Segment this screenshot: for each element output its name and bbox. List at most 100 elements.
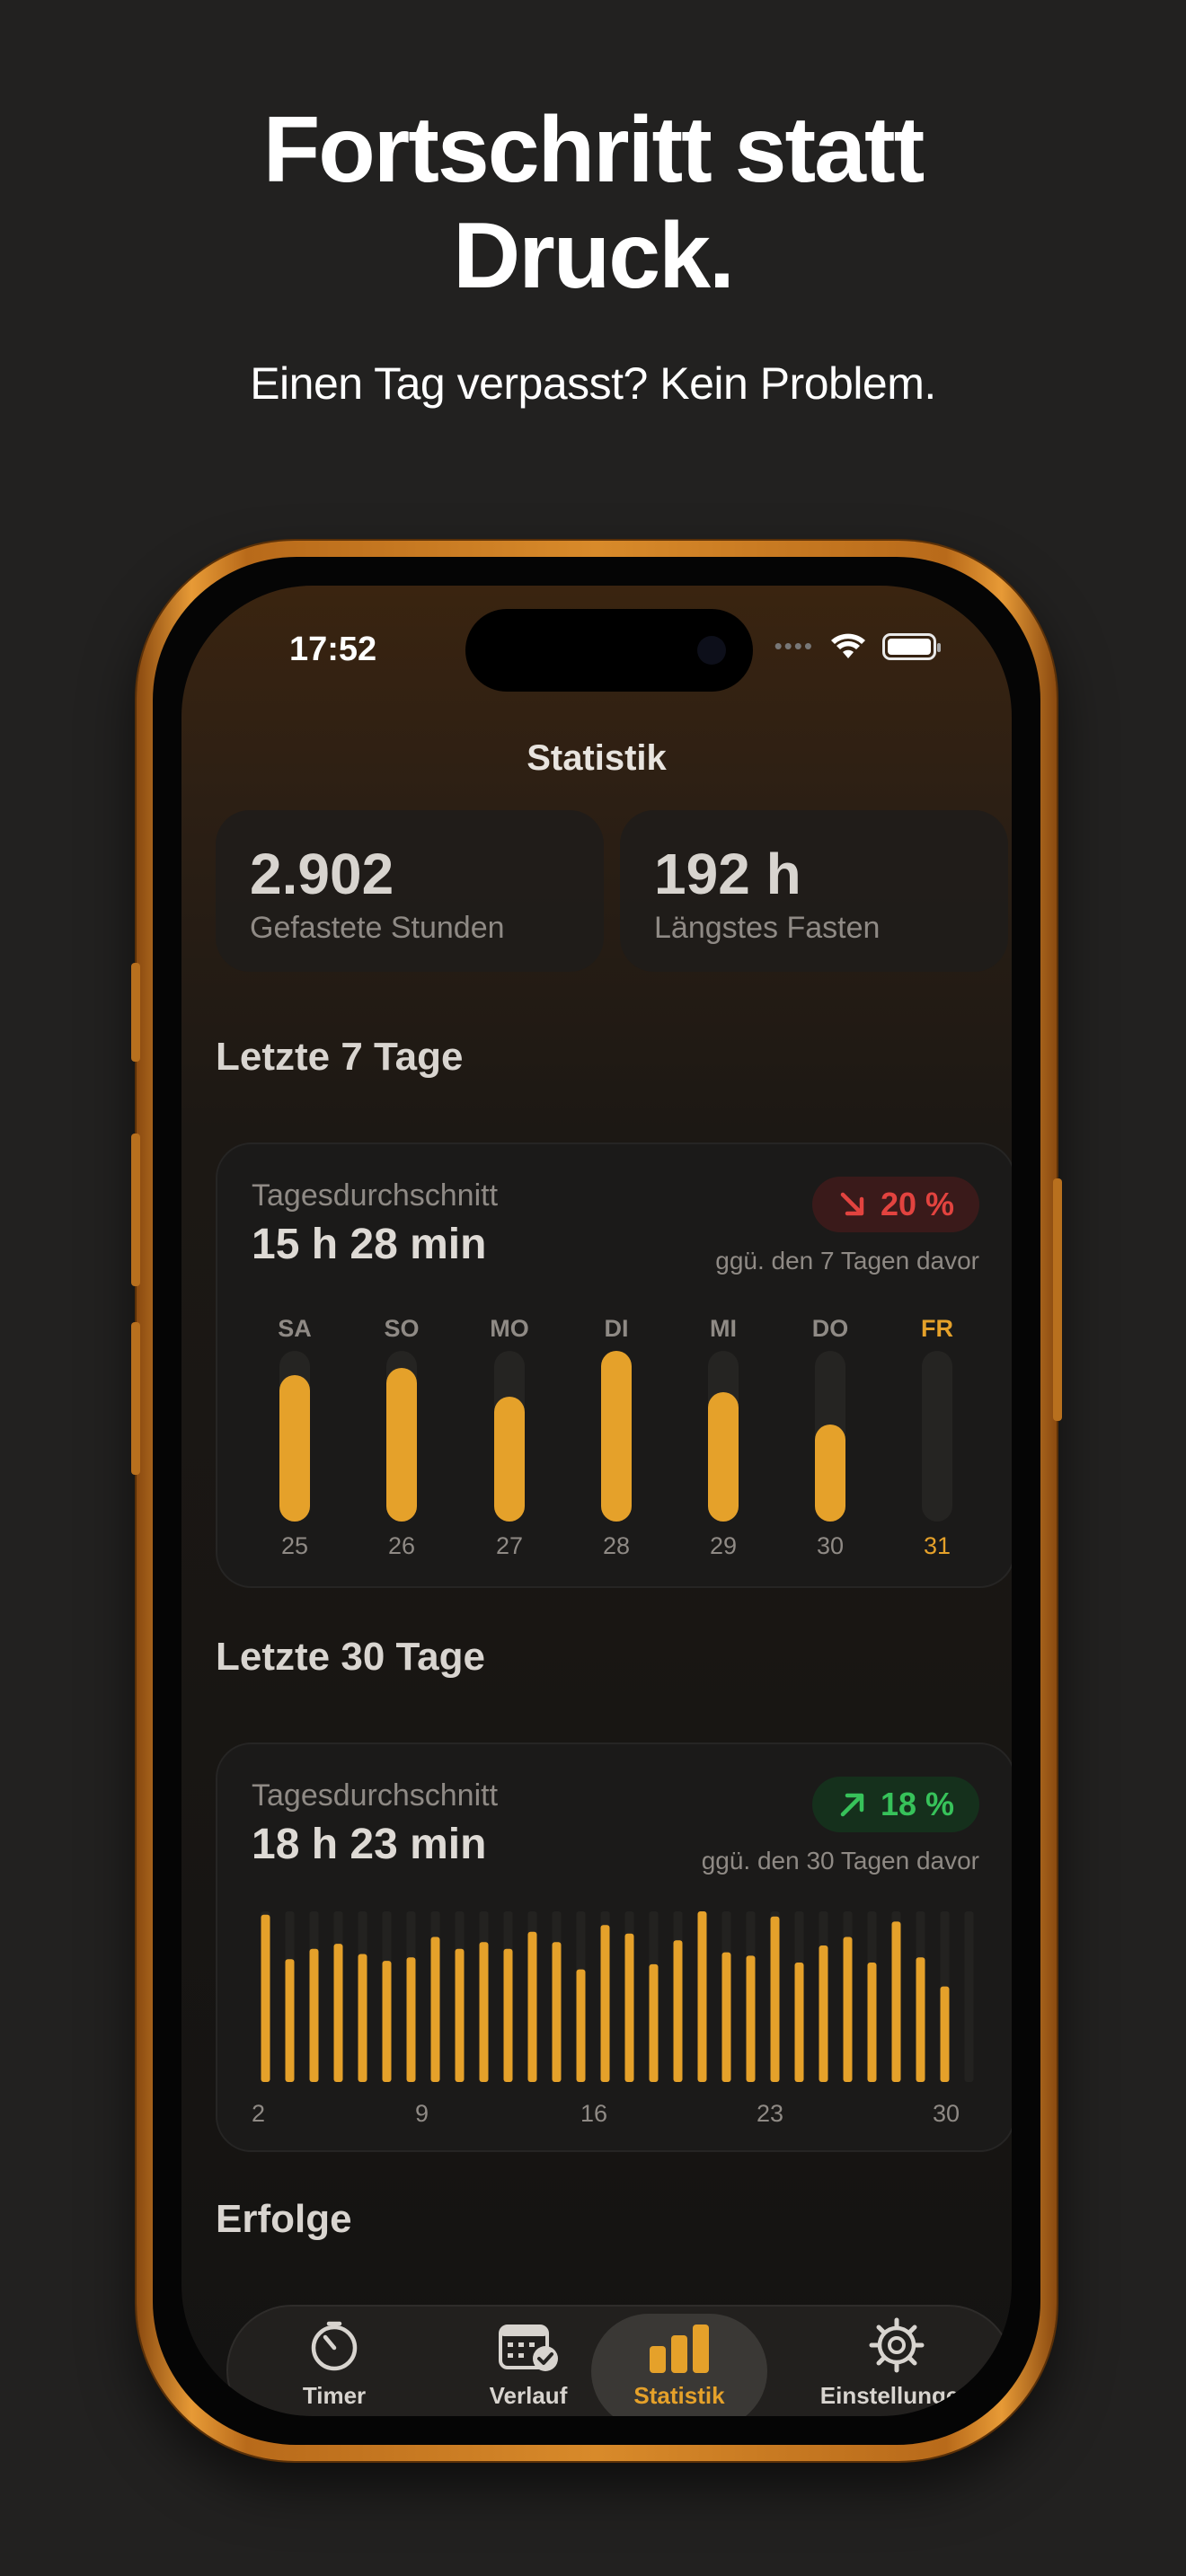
bar [746,1955,756,2082]
stat-card-longest-fast: 192 h Längstes Fasten [620,810,1008,972]
bar-chart-icon [650,2325,709,2373]
bezel: 17:52 •••• Statistik 2.902 Gefastete Stu… [153,557,1040,2445]
day-date: 28 [602,1532,631,1559]
bar [455,1948,465,2082]
bar [406,1957,416,2082]
day-name: MO [490,1315,529,1342]
bar [479,1942,489,2082]
volume-up-button [131,1134,140,1286]
chart-label: Tagesdurchschnitt [252,1178,499,1213]
day-name: DO [811,1315,849,1342]
bar-track [708,1351,739,1522]
tab-bar: Timer Verlauf Statistik Einstellungen [226,2305,1012,2416]
axis-label: 16 [580,2100,608,2127]
day-column-sa: SA 25 [268,1315,322,1560]
arrow-up-right-icon [840,1793,864,1817]
bar [430,1936,440,2082]
chart-average-value: 18 h 23 min [252,1821,487,1868]
chart-card-last-7-days[interactable]: Tagesdurchschnitt 15 h 28 min 20 % ggü. … [216,1142,1012,1588]
bar [279,1374,310,1522]
tab-label: Timer [302,2382,367,2409]
tab-statistik[interactable]: Statistik [591,2314,767,2416]
camera-icon [697,636,726,665]
tab-verlauf[interactable]: Verlauf [440,2314,616,2416]
day-column-mo: MO 27 [482,1315,536,1560]
dynamic-island [465,609,753,692]
trend-text: 20 % [880,1186,954,1222]
chart-compare-text: ggü. den 30 Tagen davor [701,1847,979,1875]
battery-icon [882,632,941,660]
bar-track [386,1351,417,1522]
section-title-achievements: Erfolge [216,2197,352,2241]
bar [601,1351,632,1522]
bar [916,1957,925,2082]
stat-value: 192 h [654,842,801,906]
bar [843,1936,853,2082]
chart-average-value: 15 h 28 min [252,1221,487,1268]
bar [600,1925,610,2082]
bar [867,1963,877,2082]
trend-text: 18 % [880,1786,954,1822]
trend-badge-down: 20 % [811,1177,979,1232]
calendar-check-icon [499,2325,558,2371]
section-title-last-7-days: Letzte 7 Tage [216,1035,464,1079]
bar [673,1940,683,2082]
bar [494,1397,525,1522]
timer-icon [311,2321,358,2371]
bar [333,1944,343,2082]
wifi-icon [831,633,865,658]
page-title: Statistik [527,738,667,778]
bar-track [279,1351,310,1522]
bar [624,1933,634,2082]
bar [576,1969,586,2082]
day-name: SO [384,1315,420,1342]
day-name: DI [604,1315,629,1342]
trend-badge-up: 18 % [811,1777,979,1832]
app-screen: 17:52 •••• Statistik 2.902 Gefastete Stu… [181,586,1012,2416]
day-column-so: SO 26 [375,1315,429,1560]
tab-einstellungen[interactable]: Einstellungen [789,2314,1005,2416]
bar [649,1963,659,2082]
stat-card-fasted-hours: 2.902 Gefastete Stunden [216,810,604,972]
headline-line-1: Fortschritt statt [262,98,925,202]
bar [815,1424,845,1522]
bar [891,1921,901,2082]
day-date: 31 [923,1532,951,1559]
subline: Einen Tag verpasst? Kein Problem. [250,358,936,409]
day-date: 30 [816,1532,845,1559]
tab-timer[interactable]: Timer [246,2314,422,2416]
bar-track [964,1911,974,2082]
bar [721,1952,731,2082]
headline: Fortschritt statt Druck. [0,97,1186,309]
stat-label: Längstes Fasten [654,911,881,945]
bar [697,1911,707,2082]
axis-label: 23 [757,2100,784,2127]
section-title-last-30-days: Letzte 30 Tage [216,1635,485,1679]
day-name: SA [278,1315,312,1342]
bar-track [601,1351,632,1522]
chart-compare-text: ggü. den 7 Tagen davor [715,1247,979,1275]
chart-card-last-30-days[interactable]: Tagesdurchschnitt 18 h 23 min 18 % ggü. … [216,1742,1012,2152]
bar [309,1948,319,2082]
bar [940,1986,950,2082]
day-date: 27 [495,1532,524,1559]
weekly-bar-chart: SA 25 SO 26 MO 27 DI 28 MI 29 DO 30 FR 31 [217,1315,1012,1566]
chart-label: Tagesdurchschnitt [252,1778,499,1813]
headline-line-2: Druck. [453,204,735,308]
bar [382,1961,392,2082]
action-button [131,963,140,1062]
stat-value: 2.902 [250,842,394,906]
day-name: MI [710,1315,737,1342]
phone-frame: 17:52 •••• Statistik 2.902 Gefastete Stu… [131,541,1062,2461]
day-name: FR [921,1315,953,1342]
monthly-bar-chart [261,1911,974,2082]
bar [285,1959,295,2082]
arrow-down-right-icon [840,1192,864,1216]
bar [261,1914,270,2082]
side-button [1053,1178,1062,1421]
cellular-icon: •••• [774,632,814,659]
stat-label: Gefastete Stunden [250,911,505,945]
axis-label: 30 [933,2100,960,2127]
bar [770,1916,780,2082]
bar [819,1945,828,2082]
